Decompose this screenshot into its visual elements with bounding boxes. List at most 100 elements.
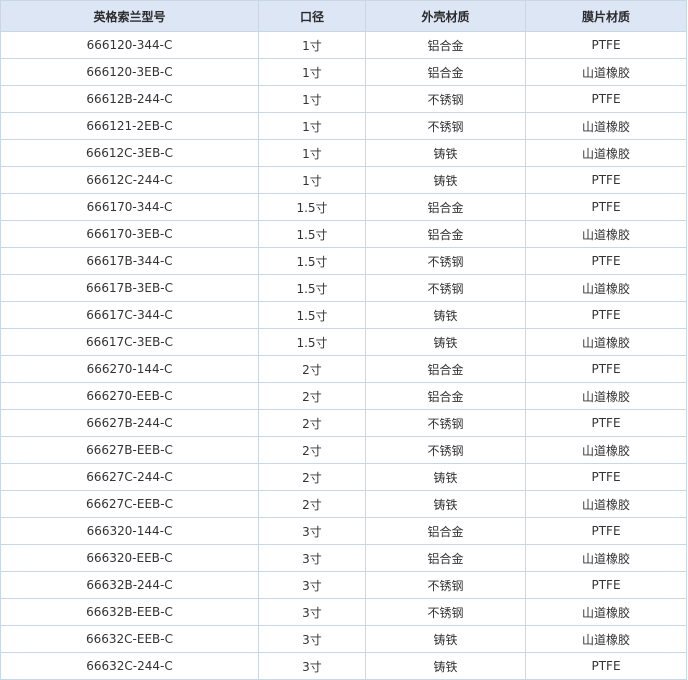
cell-model: 66632C-EEB-C	[0, 625, 259, 653]
table-row: 666170-3EB-C 1.5寸 铝合金 山道橡胶	[0, 220, 687, 248]
table-row: 666170-344-C 1.5寸 铝合金 PTFE	[0, 193, 687, 221]
table-row: 666121-2EB-C 1寸 不锈钢 山道橡胶	[0, 112, 687, 140]
table-row: 66632B-244-C 3寸 不锈钢 PTFE	[0, 571, 687, 599]
cell-housing-material: 铸铁	[365, 301, 526, 329]
cell-housing-material: 铸铁	[365, 625, 526, 653]
cell-diaphragm-material: PTFE	[525, 409, 687, 437]
table-row: 66627B-244-C 2寸 不锈钢 PTFE	[0, 409, 687, 437]
cell-model: 666170-3EB-C	[0, 220, 259, 248]
cell-diaphragm-material: 山道橡胶	[525, 544, 687, 572]
cell-caliber: 3寸	[258, 625, 366, 653]
cell-caliber: 2寸	[258, 490, 366, 518]
header-model: 英格索兰型号	[0, 0, 259, 32]
cell-diaphragm-material: 山道橡胶	[525, 328, 687, 356]
cell-model: 666270-144-C	[0, 355, 259, 383]
cell-caliber: 1寸	[258, 58, 366, 86]
cell-housing-material: 不锈钢	[365, 85, 526, 113]
cell-diaphragm-material: PTFE	[525, 355, 687, 383]
cell-model: 66617C-344-C	[0, 301, 259, 329]
cell-caliber: 3寸	[258, 517, 366, 545]
cell-diaphragm-material: PTFE	[525, 193, 687, 221]
cell-diaphragm-material: 山道橡胶	[525, 274, 687, 302]
cell-caliber: 1.5寸	[258, 274, 366, 302]
cell-housing-material: 铝合金	[365, 355, 526, 383]
cell-diaphragm-material: 山道橡胶	[525, 220, 687, 248]
cell-housing-material: 铸铁	[365, 166, 526, 194]
cell-housing-material: 不锈钢	[365, 247, 526, 275]
header-diaphragm-material: 膜片材质	[525, 0, 687, 32]
cell-diaphragm-material: 山道橡胶	[525, 112, 687, 140]
table-row: 66627C-EEB-C 2寸 铸铁 山道橡胶	[0, 490, 687, 518]
header-caliber: 口径	[258, 0, 366, 32]
table-row: 666270-EEB-C 2寸 铝合金 山道橡胶	[0, 382, 687, 410]
cell-housing-material: 不锈钢	[365, 598, 526, 626]
table-row: 66617B-344-C 1.5寸 不锈钢 PTFE	[0, 247, 687, 275]
cell-caliber: 1寸	[258, 139, 366, 167]
cell-housing-material: 铝合金	[365, 382, 526, 410]
cell-diaphragm-material: PTFE	[525, 166, 687, 194]
cell-diaphragm-material: PTFE	[525, 85, 687, 113]
table-row: 66612B-244-C 1寸 不锈钢 PTFE	[0, 85, 687, 113]
cell-caliber: 3寸	[258, 652, 366, 680]
cell-caliber: 1.5寸	[258, 301, 366, 329]
pump-model-table-container: 英格索兰型号 口径 外壳材质 膜片材质 666120-344-C 1寸 铝合金 PTF…	[0, 0, 687, 680]
cell-housing-material: 铝合金	[365, 31, 526, 59]
table-row: 666120-344-C 1寸 铝合金 PTFE	[0, 31, 687, 59]
cell-caliber: 1寸	[258, 166, 366, 194]
cell-housing-material: 不锈钢	[365, 436, 526, 464]
table-row: 666320-EEB-C 3寸 铝合金 山道橡胶	[0, 544, 687, 572]
cell-housing-material: 铸铁	[365, 139, 526, 167]
cell-model: 66612C-3EB-C	[0, 139, 259, 167]
cell-model: 666120-344-C	[0, 31, 259, 59]
table-row: 66612C-3EB-C 1寸 铸铁 山道橡胶	[0, 139, 687, 167]
cell-housing-material: 铝合金	[365, 544, 526, 572]
cell-diaphragm-material: 山道橡胶	[525, 139, 687, 167]
cell-model: 66632B-244-C	[0, 571, 259, 599]
cell-housing-material: 铝合金	[365, 58, 526, 86]
table-header: 英格索兰型号 口径 外壳材质 膜片材质	[0, 0, 687, 32]
table-row: 666270-144-C 2寸 铝合金 PTFE	[0, 355, 687, 383]
cell-diaphragm-material: PTFE	[525, 571, 687, 599]
cell-caliber: 1.5寸	[258, 220, 366, 248]
cell-diaphragm-material: 山道橡胶	[525, 58, 687, 86]
cell-model: 66632C-244-C	[0, 652, 259, 680]
cell-diaphragm-material: 山道橡胶	[525, 598, 687, 626]
cell-caliber: 1寸	[258, 112, 366, 140]
cell-model: 66627B-EEB-C	[0, 436, 259, 464]
table-row: 66632C-244-C 3寸 铸铁 PTFE	[0, 652, 687, 680]
cell-diaphragm-material: PTFE	[525, 517, 687, 545]
table-row: 66632C-EEB-C 3寸 铸铁 山道橡胶	[0, 625, 687, 653]
cell-caliber: 2寸	[258, 436, 366, 464]
cell-caliber: 1.5寸	[258, 328, 366, 356]
cell-housing-material: 铸铁	[365, 652, 526, 680]
cell-model: 66612C-244-C	[0, 166, 259, 194]
cell-housing-material: 铸铁	[365, 463, 526, 491]
cell-model: 66627C-EEB-C	[0, 490, 259, 518]
cell-caliber: 3寸	[258, 598, 366, 626]
cell-caliber: 1.5寸	[258, 247, 366, 275]
cell-housing-material: 不锈钢	[365, 409, 526, 437]
cell-caliber: 2寸	[258, 382, 366, 410]
cell-diaphragm-material: PTFE	[525, 463, 687, 491]
cell-model: 66617B-3EB-C	[0, 274, 259, 302]
cell-caliber: 2寸	[258, 409, 366, 437]
table-row: 66617C-3EB-C 1.5寸 铸铁 山道橡胶	[0, 328, 687, 356]
cell-model: 66632B-EEB-C	[0, 598, 259, 626]
cell-housing-material: 铸铁	[365, 490, 526, 518]
table-row: 66612C-244-C 1寸 铸铁 PTFE	[0, 166, 687, 194]
cell-diaphragm-material: PTFE	[525, 31, 687, 59]
cell-model: 666170-344-C	[0, 193, 259, 221]
cell-caliber: 2寸	[258, 463, 366, 491]
cell-diaphragm-material: 山道橡胶	[525, 436, 687, 464]
header-row: 英格索兰型号 口径 外壳材质 膜片材质	[0, 0, 687, 32]
cell-model: 66627B-244-C	[0, 409, 259, 437]
cell-model: 66627C-244-C	[0, 463, 259, 491]
cell-housing-material: 铝合金	[365, 517, 526, 545]
cell-diaphragm-material: 山道橡胶	[525, 490, 687, 518]
cell-caliber: 1寸	[258, 31, 366, 59]
cell-model: 66617B-344-C	[0, 247, 259, 275]
cell-model: 66617C-3EB-C	[0, 328, 259, 356]
table-row: 666320-144-C 3寸 铝合金 PTFE	[0, 517, 687, 545]
cell-diaphragm-material: 山道橡胶	[525, 625, 687, 653]
table-row: 666120-3EB-C 1寸 铝合金 山道橡胶	[0, 58, 687, 86]
